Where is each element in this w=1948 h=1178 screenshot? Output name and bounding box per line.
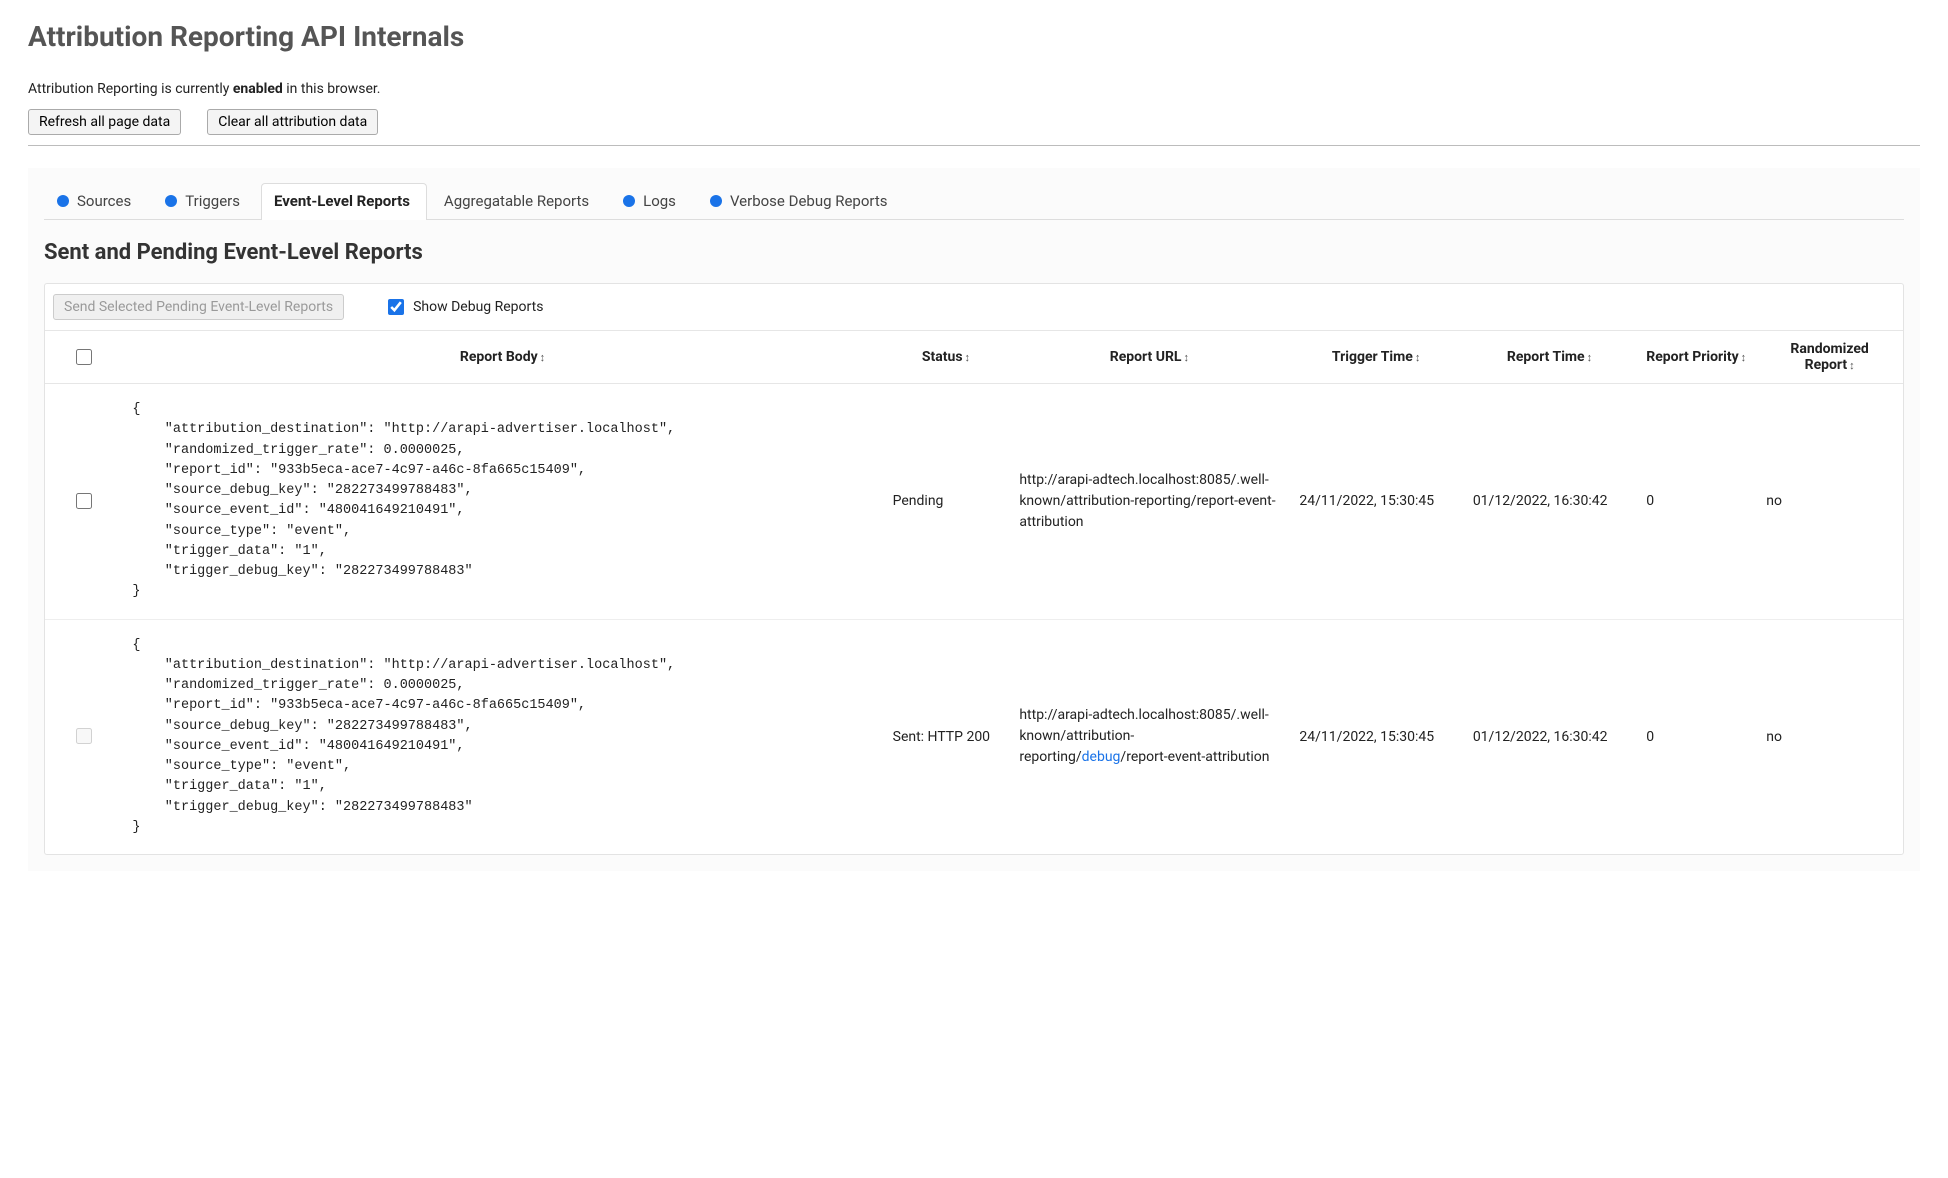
main-panel: Sources Triggers Event-Level Reports Aggreg… [28,168,1920,871]
section-title: Sent and Pending Event-Level Reports [44,240,1904,265]
row-select-cell [45,619,122,854]
cell-report-url: http://arapi-adtech.localhost:8085/.well… [1009,384,1289,620]
cell-priority: 0 [1636,384,1756,620]
show-debug-label[interactable]: Show Debug Reports [384,296,543,318]
show-debug-text: Show Debug Reports [413,299,543,315]
report-body-json: { "attribution_destination": "http://ara… [132,636,872,839]
status-bold: enabled [233,81,283,97]
refresh-button[interactable]: Refresh all page data [28,109,181,135]
tab-sources[interactable]: Sources [44,183,148,220]
tab-dot-icon [57,195,69,207]
tab-logs[interactable]: Logs [610,183,693,220]
url-debug-segment: debug [1082,749,1121,765]
cell-trigger-time: 24/11/2022, 15:30:45 [1289,619,1462,854]
show-debug-checkbox[interactable] [388,299,404,315]
divider [28,145,1920,146]
sort-icon: ↕ [1587,351,1593,364]
cell-randomized: no [1756,619,1903,854]
col-trigger-time[interactable]: Trigger Time↕ [1289,331,1462,384]
sort-icon: ↕ [1184,351,1190,364]
row-select-checkbox [76,728,92,744]
tab-label: Aggregatable Reports [444,192,589,210]
cell-report-time: 01/12/2022, 16:30:42 [1463,384,1636,620]
url-segment: http://arapi-adtech.localhost:8085/.well… [1019,472,1275,530]
cell-report-time: 01/12/2022, 16:30:42 [1463,619,1636,854]
send-selected-button[interactable]: Send Selected Pending Event-Level Report… [53,294,344,320]
table-header-row: Report Body↕ Status↕ Report URL↕ Trigger… [45,331,1903,384]
row-select-checkbox[interactable] [76,493,92,509]
col-body[interactable]: Report Body↕ [122,331,882,384]
page-title: Attribution Reporting API Internals [28,20,1920,53]
clear-button[interactable]: Clear all attribution data [207,109,378,135]
table-row: { "attribution_destination": "http://ara… [45,619,1903,854]
tab-label: Triggers [185,192,240,210]
tab-aggregatable-reports[interactable]: Aggregatable Reports [431,183,606,220]
cell-status: Pending [883,384,1010,620]
cell-priority: 0 [1636,619,1756,854]
report-body-json: { "attribution_destination": "http://ara… [132,400,872,603]
tab-label: Sources [77,192,131,210]
tab-label: Event-Level Reports [274,192,410,210]
sort-icon: ↕ [1741,351,1747,364]
top-button-row: Refresh all page data Clear all attribut… [28,109,1920,135]
table-toolbar: Send Selected Pending Event-Level Report… [45,284,1903,331]
sort-icon: ↕ [1415,351,1421,364]
sort-icon: ↕ [1849,359,1855,372]
cell-report-body: { "attribution_destination": "http://ara… [122,619,882,854]
table-body: { "attribution_destination": "http://ara… [45,384,1903,855]
sort-icon: ↕ [540,351,546,364]
col-url[interactable]: Report URL↕ [1009,331,1289,384]
status-suffix: in this browser. [283,81,381,97]
col-status[interactable]: Status↕ [883,331,1010,384]
col-select-all[interactable] [45,331,122,384]
col-randomized[interactable]: Randomized Report↕ [1756,331,1903,384]
sort-icon: ↕ [965,351,971,364]
tab-event-level-reports[interactable]: Event-Level Reports [261,183,427,220]
status-line: Attribution Reporting is currently enabl… [28,81,1920,97]
tab-bar: Sources Triggers Event-Level Reports Aggreg… [44,168,1904,220]
tab-triggers[interactable]: Triggers [152,183,257,220]
select-all-checkbox[interactable] [76,349,92,365]
url-segment: /report-event-attribution [1120,749,1269,765]
table-row: { "attribution_destination": "http://ara… [45,384,1903,620]
tab-label: Logs [643,192,676,210]
cell-trigger-time: 24/11/2022, 15:30:45 [1289,384,1462,620]
cell-report-url: http://arapi-adtech.localhost:8085/.well… [1009,619,1289,854]
cell-report-body: { "attribution_destination": "http://ara… [122,384,882,620]
tab-dot-icon [710,195,722,207]
cell-status: Sent: HTTP 200 [883,619,1010,854]
status-prefix: Attribution Reporting is currently [28,81,233,97]
row-select-cell [45,384,122,620]
cell-randomized: no [1756,384,1903,620]
tab-dot-icon [623,195,635,207]
reports-table: Report Body↕ Status↕ Report URL↕ Trigger… [45,331,1903,854]
tab-dot-icon [165,195,177,207]
col-priority[interactable]: Report Priority↕ [1636,331,1756,384]
reports-table-wrap: Send Selected Pending Event-Level Report… [44,283,1904,855]
tab-label: Verbose Debug Reports [730,192,888,210]
tab-verbose-debug-reports[interactable]: Verbose Debug Reports [697,183,905,220]
col-report-time[interactable]: Report Time↕ [1463,331,1636,384]
